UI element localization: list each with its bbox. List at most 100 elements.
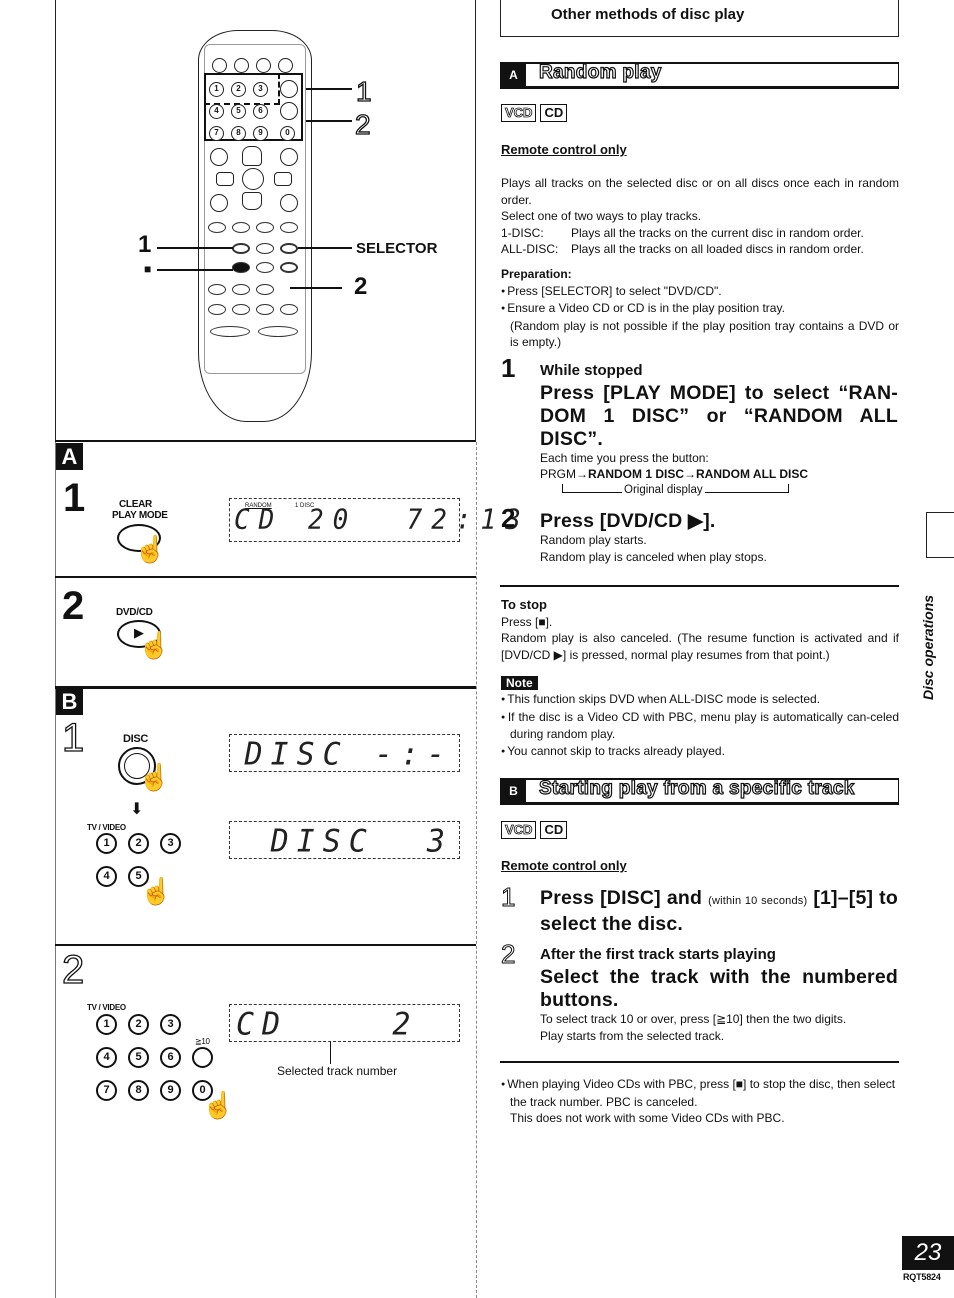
ge10-button bbox=[192, 1047, 213, 1068]
detail-line: Random play starts. bbox=[540, 533, 647, 547]
note-tag: Note bbox=[501, 676, 538, 690]
mode-desc: Plays all the tracks on all loaded discs… bbox=[571, 242, 864, 256]
number-button-1: 1 bbox=[96, 833, 117, 854]
section-b-step-1-instruction: Press [DISC] and (within 10 seconds) [1]… bbox=[540, 887, 898, 936]
display-random-1disc: RANDOM 1 DISC CD 20 72:13 bbox=[229, 498, 521, 542]
down-arrow-icon: ⬇ bbox=[130, 801, 144, 818]
pointing-hand-icon: ☝ bbox=[134, 534, 167, 564]
note-block: Note bbox=[501, 674, 538, 692]
divider bbox=[55, 944, 476, 946]
section-a-step-1-condition: While stopped bbox=[540, 362, 643, 379]
dvd-cd-button-label: DVD/CD bbox=[116, 607, 153, 618]
play-mode-button-label: PLAY MODE bbox=[112, 510, 168, 521]
remote-disc-button bbox=[280, 80, 298, 98]
panel-a-step-2: 2 bbox=[62, 584, 85, 628]
mode-row: ALL-DISC: Plays all the tracks on all lo… bbox=[501, 241, 899, 258]
remote-pause-button bbox=[256, 262, 274, 273]
note-item: If the disc is a Video CD with PBC, menu… bbox=[501, 709, 899, 743]
remote-number-button: 3 bbox=[253, 82, 268, 97]
callout-step-2-outline: 2 bbox=[354, 108, 371, 140]
remote-button bbox=[280, 194, 298, 212]
callout-line bbox=[306, 88, 352, 90]
section-b-footnote: When playing Video CDs with PBC, press [… bbox=[501, 1076, 899, 1127]
remote-button bbox=[232, 284, 250, 295]
number-button-2: 2 bbox=[128, 833, 149, 854]
callout-line bbox=[306, 120, 352, 122]
remote-number-button: 5 bbox=[231, 104, 246, 119]
disc-type-badges: VCD CD bbox=[501, 821, 571, 839]
display-track-2: CD 2 bbox=[229, 1004, 460, 1043]
section-b-header: B Starting play from a specific track bbox=[500, 777, 899, 805]
mode-desc: Plays all the tracks on the current disc… bbox=[571, 225, 864, 240]
section-a-step-1-number: 1 bbox=[501, 353, 516, 383]
preparation-item: Ensure a Video CD or CD is in the play p… bbox=[501, 300, 899, 318]
display-caption: Selected track number bbox=[277, 1064, 398, 1078]
arrow-right-icon: → bbox=[576, 467, 588, 481]
pointing-hand-icon: ☝ bbox=[140, 876, 173, 906]
footnote-line: This does not work with some Video CDs w… bbox=[510, 1111, 785, 1125]
remote-button bbox=[210, 326, 250, 337]
display-text: CD 20 72:13 bbox=[234, 504, 530, 536]
remote-number-button: 2 bbox=[231, 82, 246, 97]
note-items: This function skips DVD when ALL-DISC mo… bbox=[501, 691, 899, 760]
disc-button-label: DISC bbox=[123, 733, 149, 745]
remote-stop-button bbox=[232, 262, 250, 273]
section-a-step-2-instruction: Press [DVD/CD ▶]. bbox=[540, 510, 716, 532]
caption-pointer-line bbox=[330, 1042, 331, 1064]
remote-play-button bbox=[280, 262, 298, 273]
remote-selector-button bbox=[280, 243, 298, 254]
remote-button bbox=[256, 243, 274, 254]
section-a-tag: A bbox=[501, 64, 526, 86]
divider bbox=[55, 576, 476, 578]
display-disc-3: DISC 3 bbox=[229, 821, 460, 860]
section-b-step-2-instruction: Select the track with the numbered butto… bbox=[540, 966, 898, 1011]
remote-button bbox=[256, 284, 274, 295]
section-b-step-2-number: 2 bbox=[500, 939, 516, 969]
remote-number-button: 6 bbox=[253, 104, 268, 119]
remote-button bbox=[208, 284, 226, 295]
chapter-label: Disc operations bbox=[920, 594, 936, 700]
callout-stop-symbol: ■ bbox=[144, 262, 152, 276]
remote-buttons: 1 2 3 4 5 6 7 8 9 0 bbox=[204, 44, 306, 384]
panel-a-step-1: 1 bbox=[63, 476, 86, 520]
tv-video-label: TV / VIDEO bbox=[87, 1003, 126, 1012]
section-b-step-1-number: 1 bbox=[500, 882, 516, 912]
sequence-original-display: Original display bbox=[622, 482, 705, 499]
remote-button bbox=[280, 304, 298, 315]
remote-number-button: 4 bbox=[209, 104, 224, 119]
pointing-hand-icon: ☝ bbox=[138, 762, 171, 792]
remote-button bbox=[256, 222, 274, 233]
column-divider bbox=[476, 442, 477, 1298]
number-button-6: 6 bbox=[160, 1047, 181, 1068]
remote-ge10-button bbox=[280, 102, 298, 120]
remote-button bbox=[258, 326, 298, 337]
chapter-tab bbox=[926, 512, 954, 558]
cd-badge: CD bbox=[540, 821, 568, 839]
display-text: DISC -:- bbox=[244, 736, 453, 773]
callout-step-2: 2 bbox=[354, 273, 368, 300]
remote-number-button: 9 bbox=[253, 126, 268, 141]
number-button-7: 7 bbox=[96, 1080, 117, 1101]
detail-line: To select track 10 or over, press [≧10] … bbox=[540, 1012, 847, 1026]
document-code: RQT5824 bbox=[903, 1272, 941, 1282]
tv-video-label: TV / VIDEO bbox=[87, 823, 126, 832]
vcd-badge: VCD bbox=[501, 821, 537, 839]
remote-button bbox=[234, 58, 249, 73]
remote-up-button bbox=[242, 146, 262, 166]
callout-step-1: 1 bbox=[138, 231, 152, 258]
section-a-intro: Plays all tracks on the selected disc or… bbox=[501, 175, 899, 258]
note-item: This function skips DVD when ALL-DISC mo… bbox=[501, 691, 899, 709]
remote-button bbox=[280, 148, 298, 166]
number-button-1: 1 bbox=[96, 1014, 117, 1035]
callout-line bbox=[157, 247, 233, 249]
number-button-4: 4 bbox=[96, 866, 117, 887]
detail-line: Play starts from the selected track. bbox=[540, 1028, 725, 1043]
section-a-header: A Random play bbox=[500, 61, 899, 89]
section-b-title: Starting play from a specific track bbox=[538, 777, 855, 799]
footnote-item: When playing Video CDs with PBC, press [… bbox=[501, 1076, 899, 1110]
to-stop-line: Random play is also canceled. (The resum… bbox=[501, 631, 899, 662]
note-item: You cannot skip to tracks already played… bbox=[501, 743, 899, 761]
section-b-tag: B bbox=[501, 780, 526, 802]
remote-button bbox=[210, 194, 228, 212]
remote-down-button bbox=[242, 192, 262, 210]
